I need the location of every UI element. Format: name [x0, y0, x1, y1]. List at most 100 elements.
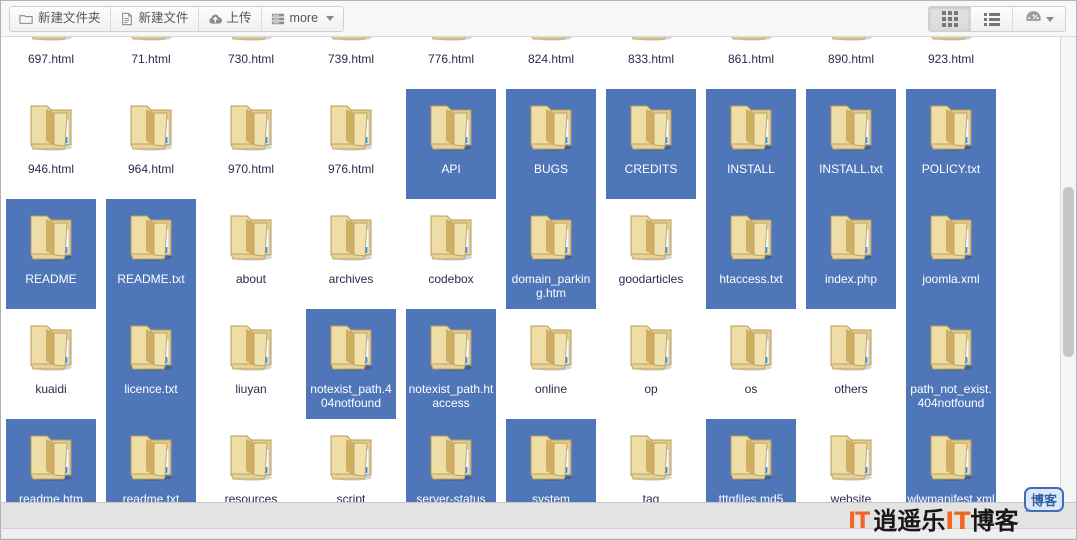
file-item[interactable]: script: [306, 419, 396, 502]
file-label: server-status: [416, 492, 486, 502]
file-item[interactable]: 71.html: [106, 37, 196, 89]
file-label: goodarticles: [618, 272, 684, 286]
folder-icon: [924, 211, 978, 261]
file-item[interactable]: readme.txt: [106, 419, 196, 502]
file-item[interactable]: system: [506, 419, 596, 502]
folder-icon: [124, 431, 178, 481]
file-item[interactable]: 833.html: [606, 37, 696, 89]
file-icon-wrap: [519, 425, 583, 489]
file-item[interactable]: tttgfiles.md5: [706, 419, 796, 502]
file-grid-area[interactable]: 697.html 71.html 730.html 739.html 776.html 8…: [1, 37, 1076, 502]
file-icon-wrap: [819, 95, 883, 159]
file-label: notexist_path.htaccess: [408, 382, 494, 410]
file-item[interactable]: INSTALL.txt: [806, 89, 896, 199]
file-item[interactable]: online: [506, 309, 596, 419]
horizontal-scrollbar[interactable]: [1, 502, 1076, 539]
file-icon-wrap: [819, 205, 883, 269]
folder-icon: [724, 431, 778, 481]
folder-icon: [524, 101, 578, 151]
file-item[interactable]: htaccess.txt: [706, 199, 796, 309]
file-item[interactable]: others: [806, 309, 896, 419]
upload-button[interactable]: 上传: [198, 6, 262, 31]
file-item[interactable]: tag: [606, 419, 696, 502]
file-label: 71.html: [131, 52, 171, 66]
file-item[interactable]: 730.html: [206, 37, 296, 89]
more-button[interactable]: more: [261, 6, 344, 31]
file-label: tag: [642, 492, 660, 502]
file-item[interactable]: API: [406, 89, 496, 199]
file-item[interactable]: op: [606, 309, 696, 419]
file-item[interactable]: CREDITS: [606, 89, 696, 199]
file-label: path_not_exist.404notfound: [910, 382, 992, 410]
file-item[interactable]: index.php: [806, 199, 896, 309]
vertical-scrollbar-thumb[interactable]: [1063, 187, 1074, 357]
file-item[interactable]: 861.html: [706, 37, 796, 89]
list-view-button[interactable]: [971, 7, 1013, 31]
folder-icon: [324, 211, 378, 261]
file-item[interactable]: 890.html: [806, 37, 896, 89]
file-label: 946.html: [27, 162, 75, 176]
file-item[interactable]: website: [806, 419, 896, 502]
file-icon-wrap: [119, 205, 183, 269]
file-item[interactable]: 776.html: [406, 37, 496, 89]
file-icon-wrap: [119, 425, 183, 489]
file-item[interactable]: wlwmanifest.xml: [906, 419, 996, 502]
file-icon-wrap: [19, 425, 83, 489]
view-switch-group: [928, 6, 1066, 32]
settings-dropdown-button[interactable]: [1013, 7, 1065, 31]
file-item[interactable]: readme.htm: [6, 419, 96, 502]
folder-icon: [124, 101, 178, 151]
file-item[interactable]: 976.html: [306, 89, 396, 199]
file-icon-wrap: [319, 425, 383, 489]
file-manager-window: 新建文件夹 新建文件 上传 more 697.html 71.html 730.…: [0, 0, 1077, 540]
file-item[interactable]: kuaidi: [6, 309, 96, 419]
file-item[interactable]: archives: [306, 199, 396, 309]
file-icon-wrap: [219, 37, 283, 49]
vertical-scrollbar[interactable]: [1060, 37, 1076, 504]
file-item[interactable]: codebox: [406, 199, 496, 309]
file-label: 970.html: [227, 162, 275, 176]
file-item[interactable]: 970.html: [206, 89, 296, 199]
file-item[interactable]: notexist_path.htaccess: [406, 309, 496, 419]
file-icon-wrap: [519, 95, 583, 159]
file-icon-wrap: [619, 315, 683, 379]
folder-icon: [724, 37, 778, 41]
file-item[interactable]: POLICY.txt: [906, 89, 996, 199]
file-item[interactable]: os: [706, 309, 796, 419]
file-item[interactable]: 697.html: [6, 37, 96, 89]
file-item[interactable]: licence.txt: [106, 309, 196, 419]
file-item[interactable]: 923.html: [906, 37, 996, 89]
file-item[interactable]: liuyan: [206, 309, 296, 419]
file-item[interactable]: resources: [206, 419, 296, 502]
folder-icon: [24, 431, 78, 481]
new-folder-button[interactable]: 新建文件夹: [10, 6, 111, 31]
file-item[interactable]: 824.html: [506, 37, 596, 89]
file-item[interactable]: 946.html: [6, 89, 96, 199]
folder-icon: [324, 37, 378, 41]
file-label: INSTALL: [727, 162, 775, 176]
file-item[interactable]: about: [206, 199, 296, 309]
file-item[interactable]: notexist_path.404notfound: [306, 309, 396, 419]
file-item[interactable]: README.txt: [106, 199, 196, 309]
file-icon-wrap: [519, 205, 583, 269]
file-label: op: [644, 382, 658, 396]
file-label: htaccess.txt: [719, 272, 783, 286]
file-item[interactable]: path_not_exist.404notfound: [906, 309, 996, 419]
file-item[interactable]: domain_parking.htm: [506, 199, 596, 309]
toolbar-button-group: 新建文件夹 新建文件 上传 more: [9, 5, 345, 32]
file-item[interactable]: server-status: [406, 419, 496, 502]
file-item[interactable]: goodarticles: [606, 199, 696, 309]
file-item[interactable]: 964.html: [106, 89, 196, 199]
grid-view-button[interactable]: [929, 7, 971, 31]
file-icon-wrap: [419, 315, 483, 379]
file-item[interactable]: INSTALL: [706, 89, 796, 199]
file-item[interactable]: README: [6, 199, 96, 309]
new-file-icon: [120, 12, 134, 26]
file-label: POLICY.txt: [921, 162, 981, 176]
file-item[interactable]: 739.html: [306, 37, 396, 89]
file-item[interactable]: BUGS: [506, 89, 596, 199]
file-label: 697.html: [27, 52, 75, 66]
file-item[interactable]: joomla.xml: [906, 199, 996, 309]
new-file-button[interactable]: 新建文件: [110, 6, 199, 31]
folder-icon: [24, 101, 78, 151]
